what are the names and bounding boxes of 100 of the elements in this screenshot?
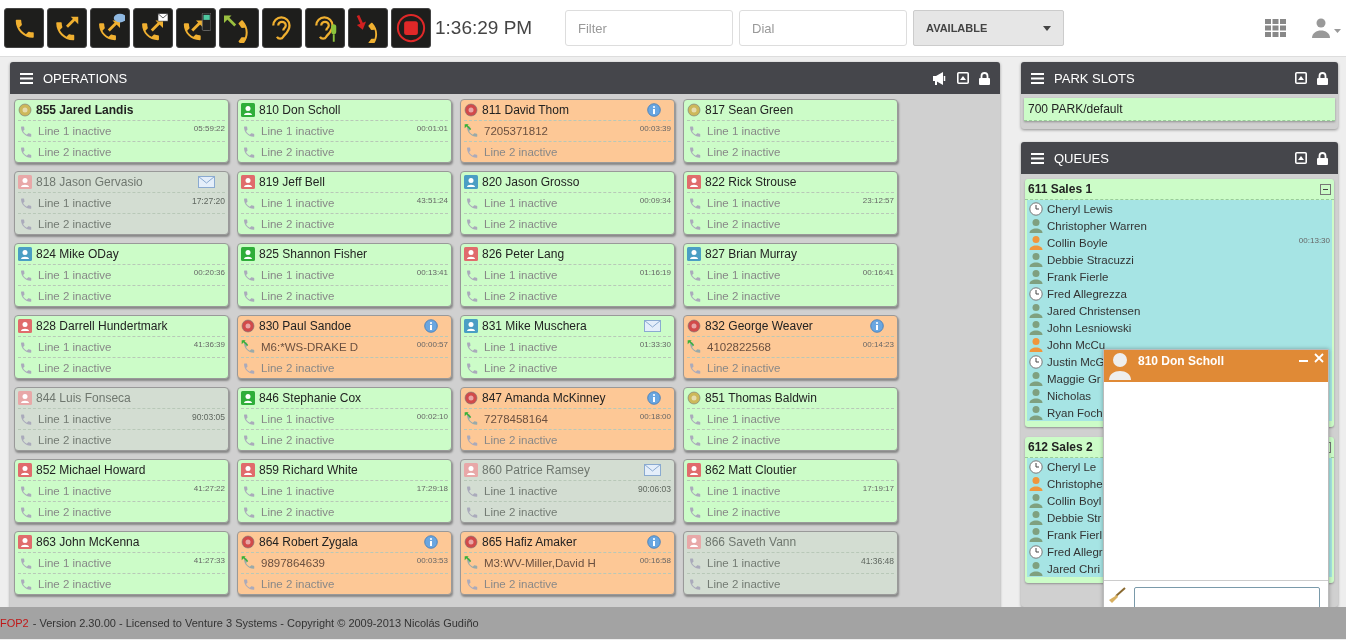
- extension-card[interactable]: 860 Patrice Ramsey Line 1 inactive 90:06:03 Line 2 inactive: [460, 459, 675, 523]
- extension-card[interactable]: 826 Peter Lang Line 1 inactive 01:16:19 Line 2 inactive: [460, 243, 675, 307]
- panel-title: QUEUES: [1054, 150, 1110, 166]
- extension-card[interactable]: 862 Matt Cloutier Line 1 inactive 17:19:17 Line 2 inactive: [683, 459, 898, 523]
- line-status: Line 2 inactive: [484, 146, 558, 158]
- queue-member: Jared Christensen: [1047, 304, 1141, 317]
- lock-icon[interactable]: [979, 71, 990, 85]
- extension-card[interactable]: 828 Darrell Hundertmark Line 1 inactive 41:36:39 Line 2 inactive: [14, 315, 229, 379]
- extension-name: 846 Stephanie Cox: [259, 391, 362, 405]
- extension-card[interactable]: 825 Shannon Fisher Line 1 inactive 00:13:41 Line 2 inactive: [237, 243, 452, 307]
- toolbar-button[interactable]: [4, 8, 44, 48]
- toolbar-button[interactable]: [219, 8, 259, 48]
- line-status: 7278458164: [484, 413, 548, 425]
- clock-icon: [1029, 544, 1043, 559]
- extension-card[interactable]: 827 Brian Murray Line 1 inactive 00:16:41 Line 2 inactive: [683, 243, 898, 307]
- extension-name: 862 Matt Cloutier: [705, 463, 797, 477]
- timer: 00:16:58: [639, 556, 671, 565]
- extension-card[interactable]: 855 Jared Landis Line 1 inactive 05:59:22 Line 2 inactive: [14, 99, 229, 163]
- line-status: Line 1 inactive: [261, 125, 335, 137]
- queue-member: Debbie Stracuzzi: [1047, 253, 1134, 266]
- user-menu-icon[interactable]: [1312, 18, 1342, 38]
- timer: 00:14:23: [862, 340, 894, 349]
- extension-card[interactable]: 831 Mike Muschera Line 1 inactive 01:33:30 Line 2 inactive: [460, 315, 675, 379]
- queue-member: Fred Allegrezza: [1047, 287, 1127, 300]
- line-status: Line 1 inactive: [38, 125, 112, 137]
- extension-card[interactable]: 865 Hafiz Amaker M3:WV-Miller,David H 00:16:58 Line 2 inactive: [460, 531, 675, 595]
- extension-name: 865 Hafiz Amaker: [482, 535, 577, 549]
- queue-name: 612 Sales 2: [1028, 440, 1094, 455]
- timer: 23:12:57: [862, 196, 894, 205]
- info-icon[interactable]: [647, 391, 661, 405]
- broom-icon[interactable]: [1108, 587, 1126, 603]
- park-slot[interactable]: 700 PARK/default: [1024, 98, 1335, 121]
- toolbar-button[interactable]: [348, 8, 388, 48]
- lock-icon[interactable]: [1317, 151, 1328, 165]
- timer: 00:03:39: [639, 124, 671, 133]
- close-icon[interactable]: [1314, 352, 1324, 364]
- extension-card[interactable]: 830 Paul Sandoe M6:*WS-DRAKE D 00:00:57 Line 2 inactive: [237, 315, 452, 379]
- line-status: Line 1 inactive: [38, 269, 112, 281]
- extension-card[interactable]: 846 Stephanie Cox Line 1 inactive 00:02:10 Line 2 inactive: [237, 387, 452, 451]
- queue-member: Frank Fierl: [1047, 528, 1102, 541]
- line-status: Line 2 inactive: [261, 578, 335, 590]
- extension-card[interactable]: 847 Amanda McKinney 7278458164 00:18:00 Line 2 inactive: [460, 387, 675, 451]
- extension-card[interactable]: 851 Thomas Baldwin Line 1 inactive Line 2 inactive: [683, 387, 898, 451]
- apps-grid-icon[interactable]: [1265, 19, 1286, 37]
- minimize-icon[interactable]: [1295, 152, 1307, 165]
- minimize-icon[interactable]: [957, 72, 969, 84]
- collapse-toggle[interactable]: [1320, 183, 1331, 195]
- extension-name: 826 Peter Lang: [482, 247, 565, 261]
- phone-arrow-icon: [464, 555, 480, 571]
- line-status: Line 2 inactive: [484, 434, 558, 446]
- menu-icon[interactable]: [1031, 72, 1044, 84]
- extension-card[interactable]: 819 Jeff Bell Line 1 inactive 43:51:24 Line 2 inactive: [237, 171, 452, 235]
- toolbar-button[interactable]: [176, 8, 216, 48]
- line-status: Line 2 inactive: [38, 506, 112, 518]
- extension-card[interactable]: 818 Jason Gervasio Line 1 inactive 17:27:20 Line 2 inactive: [14, 171, 229, 235]
- extension-card[interactable]: 844 Luis Fonseca Line 1 inactive 90:03:05 Line 2 inactive: [14, 387, 229, 451]
- toolbar-button[interactable]: [305, 8, 345, 48]
- line-status: Line 1 inactive: [484, 485, 558, 497]
- clock-icon: [1029, 201, 1043, 216]
- line-status: 7205371812: [484, 125, 548, 137]
- info-icon[interactable]: [424, 319, 438, 333]
- timer: 41:36:48: [860, 556, 894, 566]
- extension-card[interactable]: 810 Don Scholl Line 1 inactive 00:01:01 Line 2 inactive: [237, 99, 452, 163]
- info-icon[interactable]: [647, 103, 661, 117]
- menu-icon[interactable]: [20, 72, 33, 84]
- extension-card[interactable]: 811 David Thom 7205371812 00:03:39 Line 2 inactive: [460, 99, 675, 163]
- extension-card[interactable]: 820 Jason Grosso Line 1 inactive 00:09:34 Line 2 inactive: [460, 171, 675, 235]
- menu-icon[interactable]: [1031, 152, 1044, 164]
- extension-name: 851 Thomas Baldwin: [705, 391, 817, 405]
- copyright-text: - Version 2.30.00 - Licensed to Venture 3 Systems - Copyright © 2009-2013 Nicolás Gudiño: [32, 617, 479, 629]
- extension-card[interactable]: 832 George Weaver 4102822568 00:14:23 Line 2 inactive: [683, 315, 898, 379]
- filter-field[interactable]: Filter: [565, 10, 733, 46]
- extension-card[interactable]: 822 Rick Strouse Line 1 inactive 23:12:57 Line 2 inactive: [683, 171, 898, 235]
- extension-card[interactable]: 817 Sean Green Line 1 inactive Line 2 inactive: [683, 99, 898, 163]
- toolbar-button[interactable]: [133, 8, 173, 48]
- minimize-icon[interactable]: [1295, 72, 1307, 84]
- presence-dropdown[interactable]: AVAILABLE: [913, 10, 1064, 46]
- megaphone-icon[interactable]: [932, 71, 947, 85]
- dial-field[interactable]: Dial: [739, 10, 907, 46]
- timer: 17:19:17: [862, 484, 894, 493]
- extension-name: 827 Brian Murray: [705, 247, 798, 261]
- extension-card[interactable]: 824 Mike ODay Line 1 inactive 00:20:36 Line 2 inactive: [14, 243, 229, 307]
- info-icon[interactable]: [647, 535, 661, 549]
- info-icon[interactable]: [870, 319, 884, 333]
- toolbar-button[interactable]: [262, 8, 302, 48]
- extension-card[interactable]: 866 Saveth Vann Line 1 inactive 41:36:48 Line 2 inactive: [683, 531, 898, 595]
- clock-icon: [1029, 354, 1043, 369]
- extension-card[interactable]: 852 Michael Howard Line 1 inactive 41:27:22 Line 2 inactive: [14, 459, 229, 523]
- queue-member: Collin Boyl: [1047, 494, 1102, 507]
- toolbar-button[interactable]: [47, 8, 87, 48]
- queue-member: Justin McG: [1047, 355, 1105, 368]
- extension-name: 830 Paul Sandoe: [259, 319, 352, 333]
- extension-card[interactable]: 859 Richard White Line 1 inactive 17:29:18 Line 2 inactive: [237, 459, 452, 523]
- toolbar-button[interactable]: [90, 8, 130, 48]
- extension-card[interactable]: 863 John McKenna Line 1 inactive 41:27:33 Line 2 inactive: [14, 531, 229, 595]
- extension-card[interactable]: 864 Robert Zygala 9897864639 00:03:53 Line 2 inactive: [237, 531, 452, 595]
- timer: 01:33:30: [639, 340, 671, 349]
- line-status: Line 1 inactive: [38, 413, 112, 425]
- info-icon[interactable]: [424, 535, 438, 549]
- lock-icon[interactable]: [1317, 71, 1328, 85]
